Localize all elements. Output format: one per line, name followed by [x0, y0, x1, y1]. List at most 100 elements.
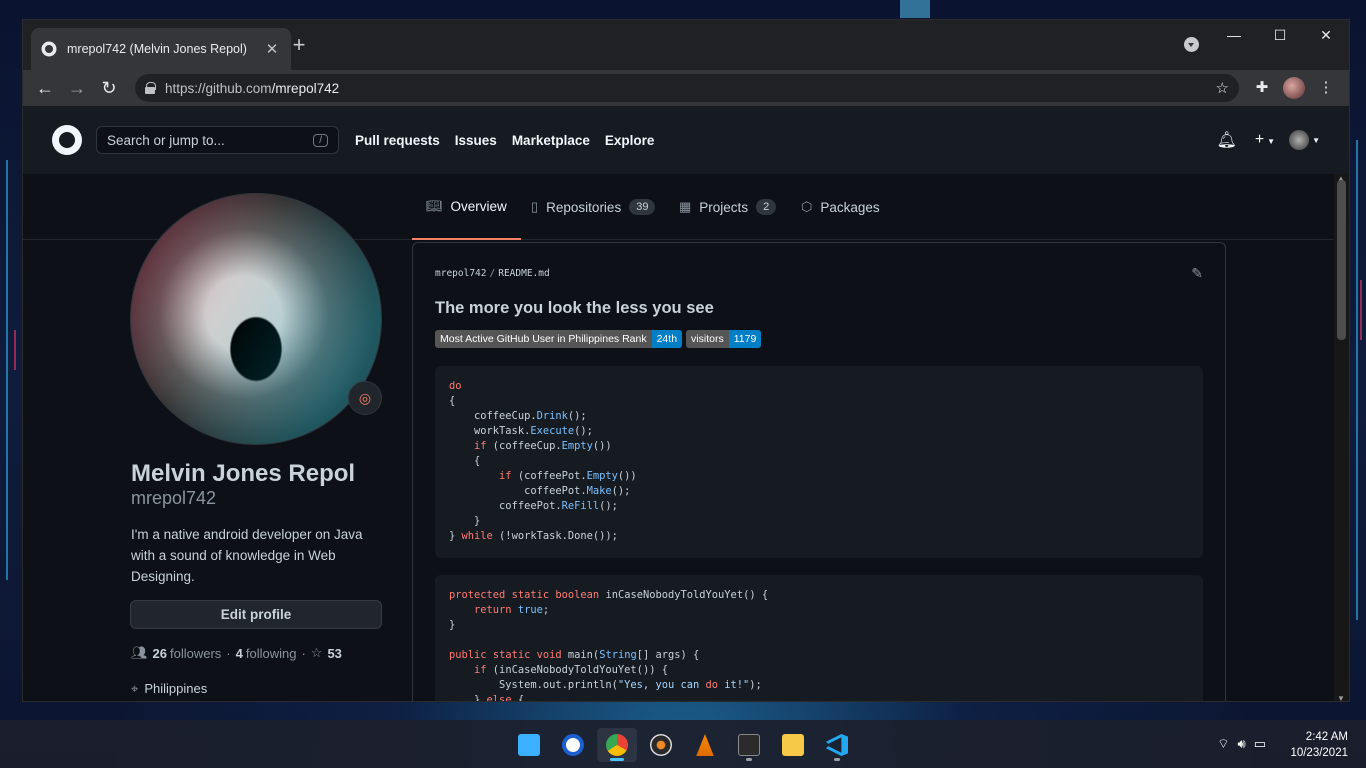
browser-menu-icon[interactable]: ⋮: [1311, 74, 1341, 102]
code-line: do: [449, 380, 462, 392]
code-line: coffeePot.Make();: [449, 485, 631, 497]
tab-title: mrepol742 (Melvin Jones Repol): [67, 42, 247, 56]
vscode-icon: [826, 734, 848, 756]
lock-icon[interactable]: [145, 82, 156, 94]
path-separator: /: [489, 268, 496, 279]
clock-time: 2:42 AM: [1305, 731, 1348, 743]
maximize-button[interactable]: ☐: [1257, 20, 1303, 50]
search-input[interactable]: Search or jump to... /: [96, 126, 339, 154]
chevron-down-icon: ▼: [1267, 137, 1276, 146]
taskbar-vscode[interactable]: [817, 728, 857, 762]
readme-owner[interactable]: mrepol742: [435, 268, 486, 279]
chevron-down-icon: ▼: [1312, 135, 1320, 145]
url-host: https://github.com: [165, 80, 272, 96]
location-pin-icon: ⌖: [131, 681, 139, 696]
header-nav: Pull requests Issues Marketplace Explore: [355, 133, 669, 148]
following-label[interactable]: following: [246, 646, 297, 661]
projects-count: 2: [756, 199, 777, 215]
people-icon: 👥︎: [131, 645, 148, 660]
rank-badge[interactable]: Most Active GitHub User in Philippines R…: [435, 330, 683, 348]
edit-profile-button[interactable]: Edit profile: [130, 600, 382, 629]
minimize-button[interactable]: —: [1211, 20, 1257, 50]
address-bar[interactable]: https://github.com/mrepol742 ☆: [135, 74, 1239, 102]
taskbar-media-player[interactable]: [641, 728, 681, 762]
system-tray: ⌔ 🔊︎ ▭: [1209, 736, 1266, 752]
battery-icon[interactable]: ▭: [1254, 736, 1266, 752]
tab-close-icon[interactable]: ✕: [263, 40, 281, 58]
reload-button[interactable]: ↻: [95, 74, 123, 102]
code-line: } while (!workTask.Done());: [449, 530, 618, 542]
tab-projects[interactable]: ▦ Projects 2: [679, 174, 777, 240]
stars-count[interactable]: 53: [327, 646, 341, 661]
back-button[interactable]: ←: [31, 74, 59, 102]
profile-avatar[interactable]: [130, 193, 382, 445]
start-button[interactable]: [509, 728, 549, 762]
tab-label: Repositories: [546, 199, 622, 215]
package-icon: ⬡: [801, 199, 813, 214]
code-line: }: [449, 619, 456, 631]
bookmark-star-icon[interactable]: ☆: [1216, 79, 1229, 97]
code-block-2: protected static boolean inCaseNobodyTol…: [435, 575, 1203, 701]
badge-value: 1179: [728, 330, 762, 348]
separator-dot: ·: [226, 645, 231, 661]
visitors-badge[interactable]: visitors 1179: [686, 330, 762, 348]
github-logo-icon[interactable]: [52, 125, 82, 155]
user-avatar[interactable]: [1289, 130, 1310, 150]
taskbar-vlc[interactable]: [685, 728, 725, 762]
repo-icon: ▯: [531, 199, 539, 214]
search-shortcut-key: /: [313, 133, 328, 147]
tab-label: Projects: [699, 199, 749, 215]
pencil-icon[interactable]: ✎: [1191, 265, 1203, 282]
repositories-count: 39: [629, 199, 656, 215]
tab-repositories[interactable]: ▯ Repositories 39: [531, 174, 656, 240]
nav-issues[interactable]: Issues: [455, 133, 497, 148]
nav-explore[interactable]: Explore: [605, 133, 655, 148]
nav-marketplace[interactable]: Marketplace: [512, 133, 590, 148]
windows-logo-icon: [518, 734, 540, 756]
code-line: {: [449, 455, 481, 467]
browser-tab[interactable]: mrepol742 (Melvin Jones Repol) ✕: [31, 28, 291, 70]
badge-label: Most Active GitHub User in Philippines R…: [435, 330, 652, 348]
taskbar-clock[interactable]: 2:42 AM 10/23/2021: [1290, 729, 1348, 761]
browser-window: mrepol742 (Melvin Jones Repol) ✕ + — ☐ ✕…: [22, 19, 1350, 702]
badge-label: visitors: [686, 330, 729, 348]
readme-file[interactable]: README.md: [498, 268, 549, 279]
new-tab-button[interactable]: +: [285, 32, 313, 60]
code-line: if (coffeeCup.Empty()): [474, 440, 612, 452]
nav-pull-requests[interactable]: Pull requests: [355, 133, 440, 148]
search-placeholder: Search or jump to...: [107, 132, 225, 148]
taskbar-chrome[interactable]: [597, 728, 637, 762]
project-icon: ▦: [679, 199, 692, 214]
taskbar-file-explorer[interactable]: [773, 728, 813, 762]
scroll-down-icon[interactable]: ▼: [1337, 694, 1345, 701]
readme-path: mrepol742/README.md: [435, 268, 550, 279]
volume-icon[interactable]: 🔊︎: [1238, 736, 1246, 752]
running-indicator: [610, 758, 624, 761]
status-emoji-icon[interactable]: ◎: [348, 381, 382, 415]
tab-overview[interactable]: 📖︎ Overview: [412, 174, 521, 240]
folder-icon: [782, 734, 804, 756]
github-header: Search or jump to... / Pull requests Iss…: [23, 106, 1349, 174]
header-actions: 🔔︎ + ▼ ▼: [1199, 130, 1320, 150]
extensions-icon[interactable]: ✚: [1247, 74, 1277, 102]
taskbar-terminal[interactable]: [729, 728, 769, 762]
page-scrollbar[interactable]: ▲ ▼: [1334, 174, 1349, 701]
followers-count[interactable]: 26: [153, 646, 167, 661]
following-count[interactable]: 4: [236, 646, 243, 661]
tab-label: Overview: [450, 198, 507, 214]
code-line: workTask.Execute();: [449, 425, 593, 437]
tab-search-icon[interactable]: [1184, 37, 1199, 52]
notifications-bell-icon[interactable]: 🔔︎: [1217, 130, 1237, 150]
wifi-icon[interactable]: ⌔: [1217, 736, 1229, 752]
browser-profile-avatar[interactable]: [1283, 77, 1305, 99]
code-line: }: [449, 515, 481, 527]
follow-stats: 👥︎ 26 followers · 4 following · ☆ 53: [131, 645, 345, 661]
taskbar-app-m[interactable]: [553, 728, 593, 762]
tab-packages[interactable]: ⬡ Packages: [801, 174, 880, 240]
create-new-button[interactable]: + ▼: [1255, 131, 1275, 149]
followers-label[interactable]: followers: [170, 646, 221, 661]
forward-button[interactable]: →: [63, 74, 91, 102]
close-window-button[interactable]: ✕: [1303, 20, 1349, 50]
scrollbar-thumb[interactable]: [1337, 180, 1346, 340]
